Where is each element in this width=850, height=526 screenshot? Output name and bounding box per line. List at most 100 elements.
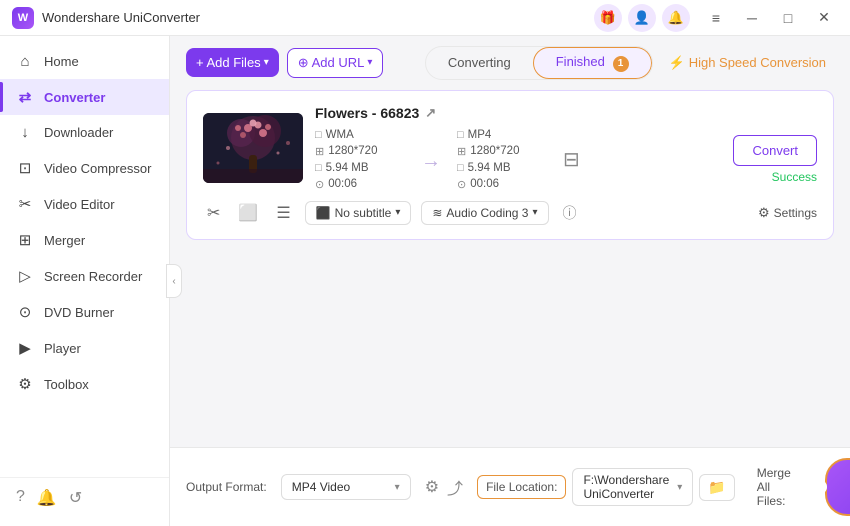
tab-converting[interactable]: Converting xyxy=(426,47,533,79)
cut-icon[interactable]: ✂ xyxy=(203,201,224,225)
toolbox-icon: ⚙ xyxy=(16,375,34,393)
target-meta: □ MP4 ⊞ 1280*720 □ 5.94 MB xyxy=(457,129,547,191)
add-files-arrow-icon: ▾ xyxy=(264,57,269,68)
more-settings-icon[interactable]: ⊟ xyxy=(563,147,580,172)
target-resolution: ⊞ 1280*720 xyxy=(457,145,547,158)
share-icon[interactable]: ⤴ xyxy=(447,475,463,499)
format-icon: □ xyxy=(315,129,322,141)
output-format-value: MP4 Video xyxy=(292,480,350,494)
output-format-select[interactable]: MP4 Video ▾ xyxy=(281,474,411,500)
settings-button[interactable]: ⚙ Settings xyxy=(758,205,817,221)
audio-select[interactable]: ≋ Audio Coding 3 ▾ xyxy=(421,201,548,225)
menu-icon[interactable]: ≡ xyxy=(702,7,730,29)
subtitle-icon: ⬛ xyxy=(316,206,331,220)
bell-icon[interactable]: 🔔 xyxy=(662,4,690,32)
external-link-icon[interactable]: ↗ xyxy=(425,105,436,121)
add-files-label: + Add Files xyxy=(196,55,261,70)
tabs-area: Converting Finished 1 xyxy=(425,46,653,80)
file-meta-row: □ WMA ⊞ 1280*720 □ 5.94 MB xyxy=(315,129,817,191)
editor-icon: ✂ xyxy=(16,195,34,213)
notification-icon[interactable]: 🔔 xyxy=(37,488,57,508)
lightning-icon: ⚡ xyxy=(669,55,685,71)
filesize-icon: □ xyxy=(315,162,322,174)
sidebar-item-converter[interactable]: ⇄ Converter xyxy=(0,79,169,115)
maximize-button[interactable]: □ xyxy=(774,7,802,29)
settings-icon[interactable]: ⚙ xyxy=(425,477,439,497)
source-filesize: □ 5.94 MB xyxy=(315,162,405,174)
effects-icon[interactable]: ☰ xyxy=(272,201,294,225)
target-filesize-icon: □ xyxy=(457,162,464,174)
downloader-icon: ↓ xyxy=(16,124,34,141)
dvd-burner-icon: ⊙ xyxy=(16,303,34,321)
sidebar-item-player[interactable]: ▶ Player xyxy=(0,330,169,366)
target-filesize: □ 5.94 MB xyxy=(457,162,547,174)
target-format-icon: □ xyxy=(457,129,464,141)
player-icon: ▶ xyxy=(16,339,34,357)
app-title: Wondershare UniConverter xyxy=(42,10,594,25)
file-card: Flowers - 66823 ↗ □ WMA xyxy=(186,90,834,240)
user-icon[interactable]: 👤 xyxy=(628,4,656,32)
add-url-label: Add URL xyxy=(312,55,365,70)
converter-icon: ⇄ xyxy=(16,88,34,106)
content-area: + Add Files ▾ ⊕ Add URL ▾ Converting Fin… xyxy=(170,36,850,526)
add-files-button[interactable]: + Add Files ▾ xyxy=(186,48,279,77)
refresh-icon[interactable]: ↺ xyxy=(69,488,82,508)
file-location-path[interactable]: F:\Wondershare UniConverter ▾ xyxy=(572,468,693,506)
finished-badge: 1 xyxy=(613,56,629,72)
file-list: Flowers - 66823 ↗ □ WMA xyxy=(170,90,850,448)
help-icon[interactable]: ? xyxy=(16,488,25,508)
gear-icon: ⚙ xyxy=(758,205,770,221)
audio-value: Audio Coding 3 xyxy=(446,206,528,220)
close-button[interactable]: ✕ xyxy=(810,7,838,29)
folder-open-button[interactable]: 📁 xyxy=(699,474,734,501)
start-all-button[interactable]: Start All xyxy=(825,458,850,516)
file-info: Flowers - 66823 ↗ □ WMA xyxy=(315,105,817,191)
file-location-row: File Location: F:\Wondershare UniConvert… xyxy=(477,468,735,506)
target-format: □ MP4 xyxy=(457,129,547,141)
title-bar: W Wondershare UniConverter 🎁 👤 🔔 ≡ ─ □ ✕ xyxy=(0,0,850,36)
sidebar-item-screen-recorder[interactable]: ▷ Screen Recorder xyxy=(0,258,169,294)
audio-dropdown-icon: ▾ xyxy=(532,207,537,218)
subtitle-value: No subtitle xyxy=(335,206,392,220)
folder-icon: 📁 xyxy=(708,479,725,495)
source-meta: □ WMA ⊞ 1280*720 □ 5.94 MB xyxy=(315,129,405,191)
duration-icon: ⊙ xyxy=(315,178,324,191)
convert-button[interactable]: Convert xyxy=(733,135,817,166)
sidebar-collapse-button[interactable]: ‹ xyxy=(166,264,182,298)
sidebar-item-home[interactable]: ⌂ Home xyxy=(0,44,169,79)
audio-icon: ≋ xyxy=(432,206,442,220)
file-card-actions: ✂ ⬜ ☰ ⬛ No subtitle ▾ ≋ Audio Coding 3 ▾… xyxy=(203,201,817,225)
compressor-icon: ⊡ xyxy=(16,159,34,177)
subtitle-select[interactable]: ⬛ No subtitle ▾ xyxy=(305,201,412,225)
sidebar-item-dvd-burner[interactable]: ⊙ DVD Burner xyxy=(0,294,169,330)
sidebar-item-toolbox[interactable]: ⚙ Toolbox xyxy=(0,366,169,402)
resolution-icon: ⊞ xyxy=(315,145,324,158)
sidebar: ⌂ Home ⇄ Converter ↓ Downloader ⊡ Video … xyxy=(0,36,170,526)
add-url-button[interactable]: ⊕ Add URL ▾ xyxy=(287,48,384,78)
crop-icon[interactable]: ⬜ xyxy=(234,201,262,225)
info-icon[interactable]: ⓘ xyxy=(563,203,577,223)
window-controls: ≡ ─ □ ✕ xyxy=(702,7,838,29)
file-location-label: File Location: xyxy=(477,475,566,499)
source-resolution: ⊞ 1280*720 xyxy=(315,145,405,158)
sidebar-item-video-compressor[interactable]: ⊡ Video Compressor xyxy=(0,150,169,186)
sidebar-item-video-editor[interactable]: ✂ Video Editor xyxy=(0,186,169,222)
sidebar-bottom: ? 🔔 ↺ xyxy=(0,477,169,518)
high-speed-button[interactable]: ⚡ High Speed Conversion xyxy=(661,55,835,71)
tab-finished[interactable]: Finished 1 xyxy=(533,47,652,79)
main-layout: ⌂ Home ⇄ Converter ↓ Downloader ⊡ Video … xyxy=(0,36,850,526)
subtitle-dropdown-icon: ▾ xyxy=(395,207,400,218)
sidebar-item-downloader[interactable]: ↓ Downloader xyxy=(0,115,169,150)
app-logo: W xyxy=(12,7,34,29)
path-dropdown-icon: ▾ xyxy=(677,482,682,493)
bottom-bar: Output Format: MP4 Video ▾ ⚙ ⤴ File Loca… xyxy=(170,447,850,526)
add-url-icon: ⊕ xyxy=(298,55,309,71)
target-duration: ⊙ 00:06 xyxy=(457,178,547,191)
bottom-icons: ⚙ ⤴ xyxy=(425,475,463,499)
content-toolbar: + Add Files ▾ ⊕ Add URL ▾ Converting Fin… xyxy=(170,36,850,90)
sidebar-item-merger[interactable]: ⊞ Merger xyxy=(0,222,169,258)
minimize-button[interactable]: ─ xyxy=(738,7,766,29)
screen-recorder-icon: ▷ xyxy=(16,267,34,285)
output-format-label: Output Format: xyxy=(186,480,267,494)
gift-icon[interactable]: 🎁 xyxy=(594,4,622,32)
